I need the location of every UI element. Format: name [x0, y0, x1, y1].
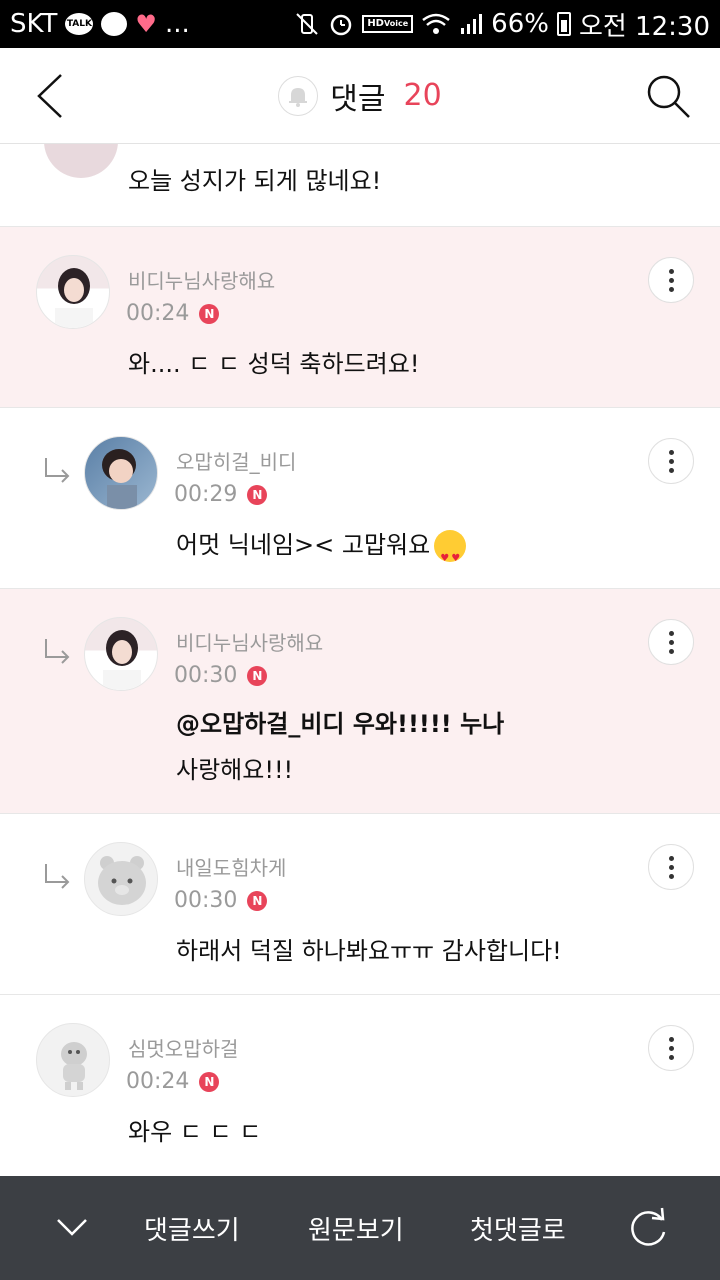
- comment-count: 20: [403, 78, 442, 113]
- bear-character-icon: [98, 856, 146, 905]
- more-options-button[interactable]: [648, 619, 694, 665]
- hd-voice-icon: HD Voice: [362, 15, 414, 33]
- more-notifications: ...: [164, 9, 190, 39]
- comment-author[interactable]: 심멋오맙하걸: [128, 1033, 238, 1062]
- first-comment-button[interactable]: 첫댓글로: [470, 1210, 566, 1247]
- bottom-toolbar: 댓글쓰기 원문보기 첫댓글로: [0, 1176, 720, 1280]
- comment-author[interactable]: 오맙히걸_비디: [176, 446, 296, 475]
- more-options-button[interactable]: [648, 438, 694, 484]
- kakaotalk-icon: TALK: [65, 13, 94, 35]
- more-options-button[interactable]: [648, 257, 694, 303]
- comment-time: 00:30: [174, 663, 238, 688]
- chevron-down-icon[interactable]: [52, 1210, 92, 1246]
- back-button[interactable]: [28, 72, 72, 120]
- new-badge: N: [247, 484, 268, 505]
- comment-author[interactable]: 비디누님사랑해요: [128, 265, 275, 294]
- new-badge: N: [247, 665, 268, 686]
- write-comment-button[interactable]: 댓글쓰기: [144, 1210, 240, 1247]
- comment-author[interactable]: 비디누님사랑해요: [176, 627, 323, 656]
- comment-meta: 00:24 N: [126, 301, 220, 326]
- more-options-button[interactable]: [648, 844, 694, 890]
- page-title: 댓글: [330, 81, 386, 117]
- comment-time: 00:24: [126, 301, 190, 326]
- comment-text: @오맙하걸_비디 우와!!!!! 누나 사랑해요!!!: [176, 710, 505, 784]
- refresh-icon[interactable]: [626, 1206, 670, 1250]
- heart-eyes-emoji-icon: [434, 530, 467, 582]
- comment-item: 비디누님사랑해요 00:30 N @오맙하걸_비디 우와!!!!! 누나 사랑해…: [0, 589, 720, 814]
- carrier-label: SKT: [10, 9, 58, 39]
- search-icon: [647, 75, 690, 118]
- new-badge: N: [199, 1071, 220, 1092]
- comment-text: 와.... ㄷ ㄷ 성덕 축하드려요!: [128, 350, 420, 378]
- avatar: [44, 144, 118, 178]
- new-badge: N: [247, 890, 268, 911]
- comment-meta: 00:30 N: [174, 888, 268, 913]
- chat-icon: [101, 12, 128, 36]
- back-arrow-icon: [37, 74, 62, 118]
- comment-text: 오늘 성지가 되게 많네요!: [128, 167, 382, 195]
- comment-item: 비디누님사랑해요 00:24 N 와.... ㄷ ㄷ 성덕 축하드려요!: [0, 227, 720, 408]
- comment-item: 오늘 성지가 되게 많네요!: [0, 144, 720, 227]
- comment-meta: 00:30 N: [174, 663, 268, 688]
- header: 댓글 20: [0, 48, 720, 144]
- view-original-button[interactable]: 원문보기: [308, 1210, 404, 1247]
- vibrate-icon: [294, 12, 320, 36]
- comment-author[interactable]: 내일도힘차게: [176, 852, 286, 881]
- comment-item: 내일도힘차게 00:30 N 하래서 덕질 하나봐요ㅠㅠ 감사합니다!: [0, 814, 720, 995]
- alarm-icon: [328, 11, 354, 37]
- avatar[interactable]: [36, 1023, 110, 1097]
- bell-icon: [289, 87, 308, 107]
- comment-time: 00:29: [174, 482, 238, 507]
- battery-percent: 66%: [491, 9, 549, 39]
- comment-text: 어멋 닉네임>< 고맙워요: [176, 522, 467, 582]
- comment-text: 하래서 덕질 하나봐요ㅠㅠ 감사합니다!: [176, 937, 562, 965]
- reply-arrow-icon: [45, 458, 70, 483]
- comment-item: 오맙히걸_비디 00:29 N 어멋 닉네임>< 고맙워요: [0, 408, 720, 589]
- reply-arrow-icon: [45, 864, 70, 889]
- comment-meta: 00:24 N: [126, 1069, 220, 1094]
- comment-text: 와우 ㄷ ㄷ ㄷ: [128, 1118, 262, 1146]
- comment-meta: 00:29 N: [174, 482, 268, 507]
- heart-icon: ♥: [135, 10, 157, 38]
- comment-list: 오늘 성지가 되게 많네요! 비디누님사랑해요 00:24 N 와.... ㄷ …: [0, 144, 720, 1176]
- status-bar: SKT TALK ♥ ... HD Voice 66% 오전 12:30: [0, 0, 720, 48]
- clock: 오전 12:30: [578, 11, 710, 42]
- character-icon: [61, 1042, 87, 1090]
- new-badge: N: [199, 303, 220, 324]
- avatar[interactable]: [84, 436, 158, 510]
- comment-time: 00:30: [174, 888, 238, 913]
- reply-arrow-icon: [45, 639, 70, 664]
- wifi-icon: [421, 12, 451, 36]
- avatar[interactable]: [84, 617, 158, 691]
- avatar[interactable]: [36, 255, 110, 329]
- more-options-button[interactable]: [648, 1025, 694, 1071]
- avatar[interactable]: [84, 842, 158, 916]
- comment-item: 심멋오맙하걸 00:24 N 와우 ㄷ ㄷ ㄷ: [0, 995, 720, 1176]
- search-button[interactable]: [642, 70, 694, 122]
- comment-time: 00:24: [126, 1069, 190, 1094]
- signal-icon: [459, 12, 483, 36]
- battery-icon: [556, 12, 571, 36]
- notification-bell-button[interactable]: [278, 75, 319, 116]
